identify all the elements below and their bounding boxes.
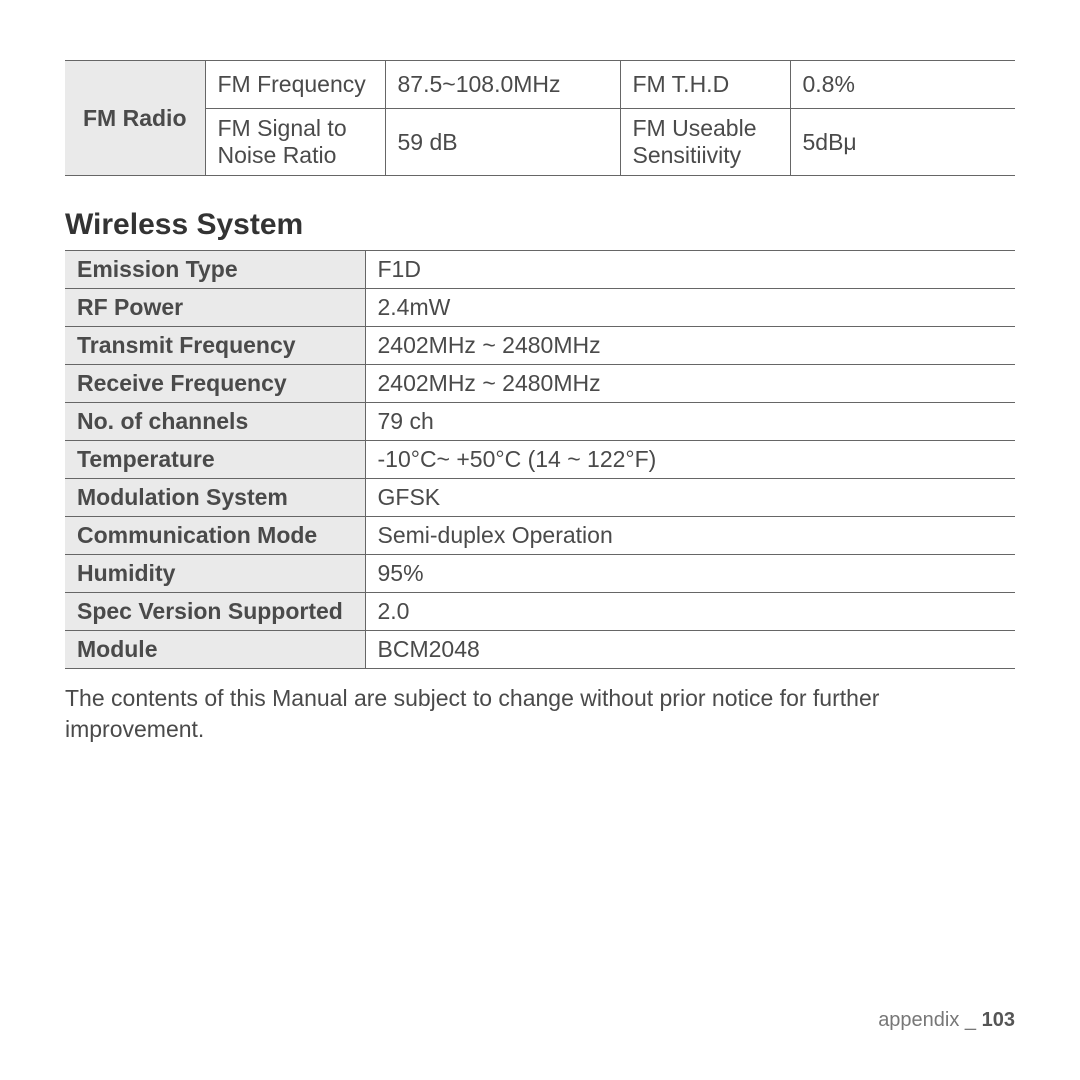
fm-row-label: FM Useable Sensitiivity: [620, 109, 790, 176]
page-footer: appendix _ 103: [878, 1009, 1015, 1032]
table-row: ModuleBCM2048: [65, 631, 1015, 669]
spec-value: 95%: [365, 555, 1015, 593]
table-row: Temperature-10°C~ +50°C (14 ~ 122°F): [65, 441, 1015, 479]
table-row: Modulation SystemGFSK: [65, 479, 1015, 517]
table-row: RF Power2.4mW: [65, 289, 1015, 327]
spec-value: 2.0: [365, 593, 1015, 631]
fm-radio-table: FM Radio FM Frequency 87.5~108.0MHz FM T…: [65, 60, 1015, 176]
spec-value: 2402MHz ~ 2480MHz: [365, 365, 1015, 403]
fm-row-value: 5dBμ: [790, 109, 1015, 176]
footer-section: appendix _: [878, 1009, 976, 1031]
spec-value: F1D: [365, 251, 1015, 289]
spec-label: Humidity: [65, 555, 365, 593]
spec-value: GFSK: [365, 479, 1015, 517]
spec-value: Semi-duplex Operation: [365, 517, 1015, 555]
table-row: Spec Version Supported2.0: [65, 593, 1015, 631]
spec-label: Transmit Frequency: [65, 327, 365, 365]
spec-value: -10°C~ +50°C (14 ~ 122°F): [365, 441, 1015, 479]
spec-label: Communication Mode: [65, 517, 365, 555]
fm-row-label: FM T.H.D: [620, 61, 790, 109]
spec-value: 2402MHz ~ 2480MHz: [365, 327, 1015, 365]
fm-row-value: 59 dB: [385, 109, 620, 176]
fm-row-label: FM Signal to Noise Ratio: [205, 109, 385, 176]
spec-value: 2.4mW: [365, 289, 1015, 327]
spec-label: Temperature: [65, 441, 365, 479]
wireless-heading: Wireless System: [65, 208, 1015, 242]
spec-value: BCM2048: [365, 631, 1015, 669]
table-row: Transmit Frequency2402MHz ~ 2480MHz: [65, 327, 1015, 365]
spec-label: No. of channels: [65, 403, 365, 441]
fm-row-value: 0.8%: [790, 61, 1015, 109]
table-row: Receive Frequency2402MHz ~ 2480MHz: [65, 365, 1015, 403]
table-row: No. of channels79 ch: [65, 403, 1015, 441]
fm-row-value: 87.5~108.0MHz: [385, 61, 620, 109]
wireless-system-table: Emission TypeF1DRF Power2.4mWTransmit Fr…: [65, 250, 1015, 669]
spec-label: Emission Type: [65, 251, 365, 289]
spec-label: Spec Version Supported: [65, 593, 365, 631]
disclaimer-note: The contents of this Manual are subject …: [65, 683, 1015, 745]
spec-label: Module: [65, 631, 365, 669]
fm-row-label: FM Frequency: [205, 61, 385, 109]
table-row: Emission TypeF1D: [65, 251, 1015, 289]
fm-radio-header: FM Radio: [65, 61, 205, 176]
spec-value: 79 ch: [365, 403, 1015, 441]
footer-page-number: 103: [982, 1009, 1015, 1031]
spec-label: RF Power: [65, 289, 365, 327]
table-row: Communication ModeSemi-duplex Operation: [65, 517, 1015, 555]
spec-label: Modulation System: [65, 479, 365, 517]
table-row: Humidity95%: [65, 555, 1015, 593]
spec-label: Receive Frequency: [65, 365, 365, 403]
